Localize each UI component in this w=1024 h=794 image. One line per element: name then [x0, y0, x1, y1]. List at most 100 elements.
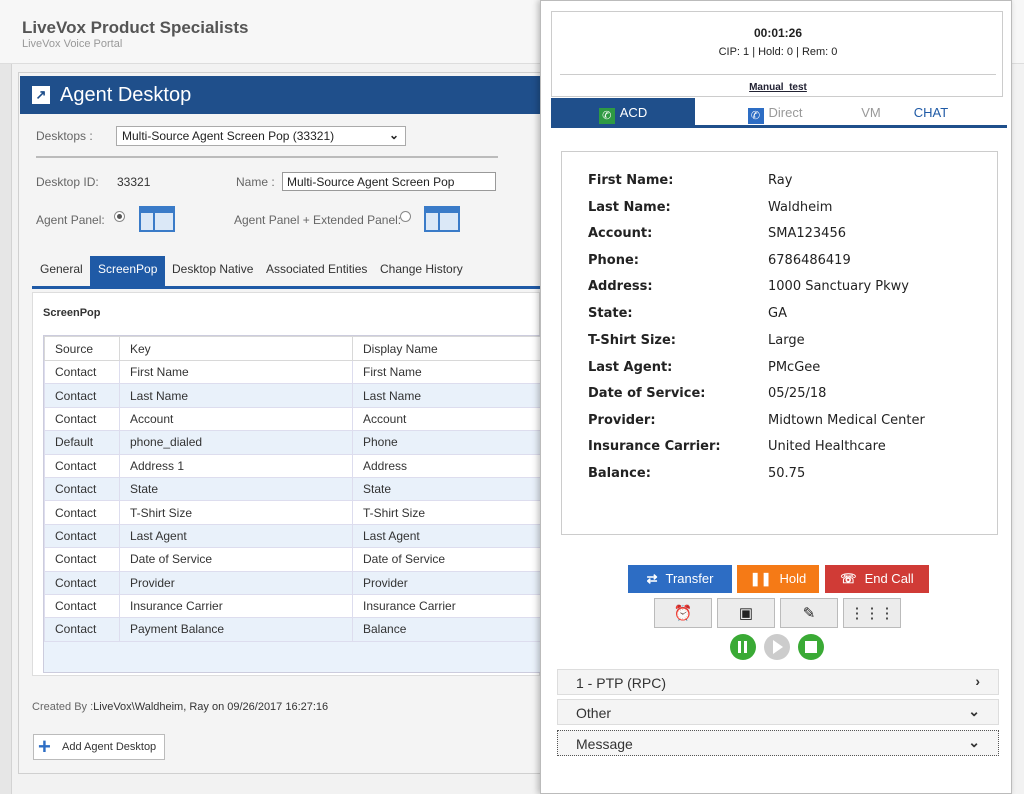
tab-associated-entities[interactable]: Associated Entities — [258, 256, 375, 286]
column-header-display-name[interactable]: Display Name — [352, 336, 542, 361]
detail-key: T-Shirt Size: — [588, 333, 676, 348]
column-header-source[interactable]: Source — [44, 336, 120, 361]
cell-key: Insurance Carrier — [119, 593, 353, 619]
hold-button[interactable]: ❚❚ Hold — [737, 565, 819, 593]
table-row[interactable]: Contact First Name First Name — [44, 359, 542, 385]
agent-panel-label: Agent Panel: — [36, 213, 105, 227]
cell-key: Last Name — [119, 383, 353, 408]
table-row[interactable]: Default phone_dialed Phone — [44, 430, 542, 455]
table-row[interactable]: Contact Insurance Carrier Insurance Carrie… — [44, 593, 542, 619]
call-tabs: ✆ ACD ✆ Direct VM CHAT — [551, 98, 1007, 128]
alarm-clock-icon[interactable]: ⏰ — [654, 598, 712, 628]
table-row[interactable]: Contact Last Agent Last Agent — [44, 523, 542, 549]
notes-icon[interactable]: ✎ — [780, 598, 838, 628]
cell-source: Contact — [44, 453, 120, 478]
cell-key: Account — [119, 406, 353, 432]
tab-change-history[interactable]: Change History — [372, 256, 471, 286]
name-input[interactable] — [282, 172, 496, 191]
play-recording-button[interactable] — [764, 634, 790, 660]
end-call-button[interactable]: ☏ End Call — [825, 565, 929, 593]
detail-value: United Healthcare — [768, 439, 886, 454]
hold-label: Hold — [779, 571, 807, 586]
accordion-message[interactable]: Message ⌄ — [557, 730, 999, 756]
extended-panel-label: Agent Panel + Extended Panel: — [234, 213, 402, 227]
pause-recording-button[interactable] — [730, 634, 756, 660]
portal-subtitle: LiveVox Voice Portal — [22, 38, 123, 50]
detail-value: 6786486419 — [768, 253, 851, 268]
cell-source: Contact — [44, 383, 120, 408]
column-header-key[interactable]: Key — [119, 336, 353, 361]
contact-details: First Name: Ray Last Name: Waldheim Accoun… — [561, 151, 998, 535]
end-call-label: End Call — [864, 571, 914, 586]
detail-key: Phone: — [588, 253, 639, 268]
extended-panel-layout-icon[interactable] — [424, 206, 460, 232]
accordion-ptp-rpc[interactable]: 1 - PTP (RPC) › — [557, 669, 999, 695]
tab-direct[interactable]: ✆ Direct — [725, 98, 825, 128]
chevron-down-icon: ⌄ — [388, 128, 399, 142]
call-timer: 00:01:26 — [753, 26, 803, 40]
agent-panel-radio[interactable] — [114, 211, 125, 222]
detail-key: Account: — [588, 226, 653, 241]
tab-direct-label: Direct — [768, 105, 803, 120]
cell-source: Contact — [44, 476, 120, 502]
chevron-down-icon: ⌄ — [968, 734, 980, 750]
table-row[interactable]: Contact Last Name Last Name — [44, 383, 542, 408]
detail-value: GA — [768, 306, 787, 321]
tab-vm[interactable]: VM — [841, 98, 901, 128]
cell-key: Provider — [119, 570, 353, 595]
tab-general[interactable]: General — [32, 256, 91, 286]
keypad-icon[interactable]: ⋮⋮⋮ — [843, 598, 901, 628]
agent-panel-layout-icon[interactable] — [139, 206, 175, 232]
table-row[interactable]: Contact Date of Service Date of Service — [44, 547, 542, 572]
tab-acd-label: ACD — [619, 105, 648, 120]
name-label: Name : — [236, 175, 275, 189]
add-agent-desktop-button[interactable]: + Add Agent Desktop — [33, 734, 165, 760]
left-collapsed-sidebar[interactable] — [0, 64, 12, 794]
desktops-select[interactable]: Multi-Source Agent Screen Pop (33321) ⌄ — [116, 126, 406, 146]
phone-icon: ✆ — [598, 108, 615, 124]
detail-value: 50.75 — [768, 466, 806, 481]
cell-display-name: Balance — [352, 617, 542, 642]
cell-key: First Name — [119, 359, 353, 385]
tab-acd[interactable]: ✆ ACD — [551, 98, 695, 128]
table-row[interactable]: Contact Payment Balance Balance — [44, 617, 542, 642]
cell-source: Contact — [44, 617, 120, 642]
cell-display-name: Phone — [352, 430, 542, 455]
detail-key: Date of Service: — [588, 386, 706, 401]
chevron-right-icon: › — [975, 673, 980, 689]
table-row[interactable]: Contact State State — [44, 476, 542, 502]
extended-panel-radio[interactable] — [400, 211, 411, 222]
table-row[interactable]: Contact T-Shirt Size T-Shirt Size — [44, 500, 542, 525]
tab-desktop-native[interactable]: Desktop Native — [164, 256, 261, 286]
detail-key: Provider: — [588, 413, 656, 428]
created-by: Created By :LiveVox\Waldheim, Ray on 09/… — [32, 701, 328, 713]
table-row[interactable]: Contact Provider Provider — [44, 570, 542, 595]
detail-value: Large — [768, 333, 805, 348]
payment-card-icon[interactable]: ▣ — [717, 598, 775, 628]
add-agent-desktop-label: Add Agent Desktop — [62, 741, 157, 753]
pause-icon — [738, 641, 741, 653]
accordion-other[interactable]: Other ⌄ — [557, 699, 999, 725]
cell-source: Contact — [44, 570, 120, 595]
tab-chat[interactable]: CHAT — [901, 98, 961, 128]
cell-key: Last Agent — [119, 523, 353, 549]
tab-screenpop[interactable]: ScreenPop — [90, 256, 166, 286]
call-status: CIP: 1 | Hold: 0 | Rem: 0 — [718, 46, 838, 58]
play-icon — [773, 640, 783, 654]
accordion-other-label: Other — [576, 705, 612, 721]
cell-source: Contact — [44, 359, 120, 385]
stop-recording-button[interactable] — [798, 634, 824, 660]
external-link-icon: ↗ — [32, 86, 50, 104]
transfer-button[interactable]: ⇄ Transfer — [628, 565, 732, 593]
cell-source: Contact — [44, 406, 120, 432]
table-row[interactable]: Contact Address 1 Address — [44, 453, 542, 478]
table-row[interactable]: Contact Account Account — [44, 406, 542, 432]
screenpop-section: ScreenPop Source Key Display Name Contac… — [32, 292, 542, 676]
detail-value: 05/25/18 — [768, 386, 827, 401]
cell-key: T-Shirt Size — [119, 500, 353, 525]
screenpop-table: Source Key Display Name Contact First Nam… — [44, 336, 542, 642]
detail-value: Midtown Medical Center — [768, 413, 925, 428]
cell-source: Contact — [44, 500, 120, 525]
call-info-box: 00:01:26 CIP: 1 | Hold: 0 | Rem: 0 Manua… — [551, 11, 1003, 97]
detail-key: Address: — [588, 279, 653, 294]
